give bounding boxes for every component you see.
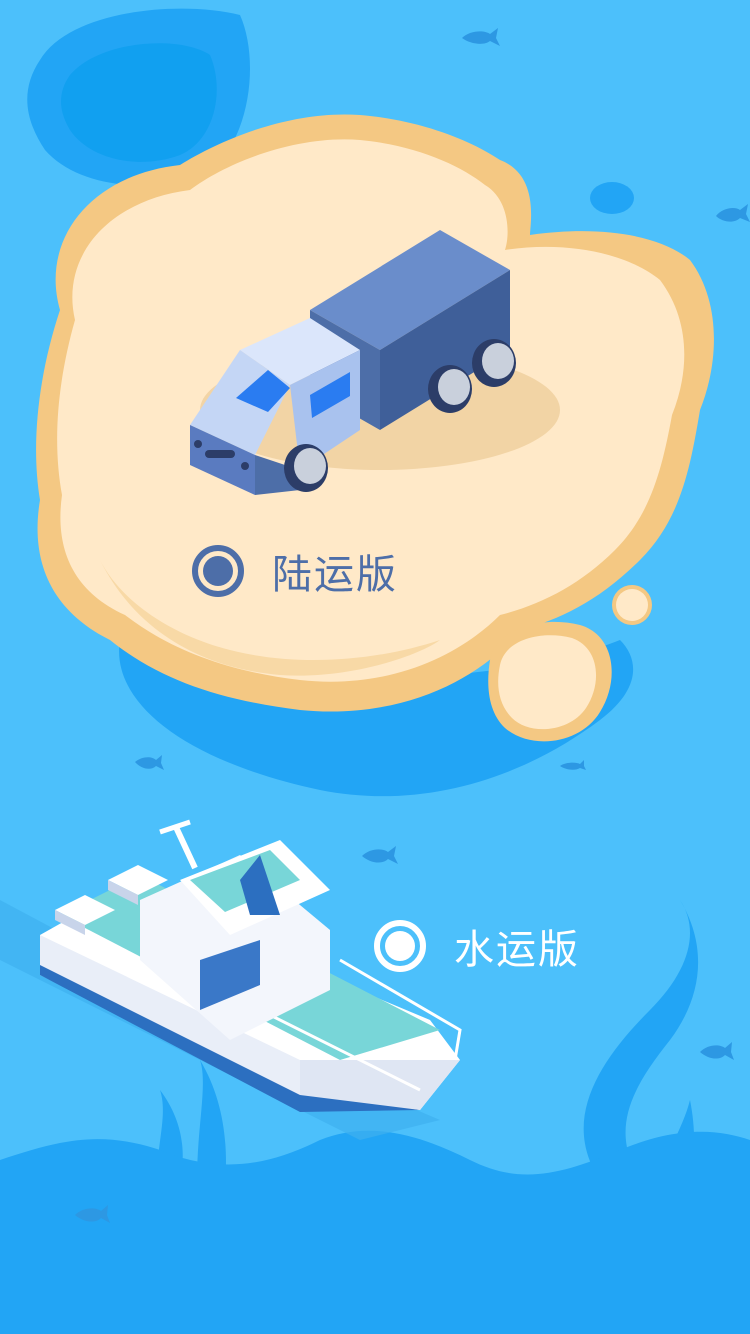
sea-wave <box>0 1130 750 1334</box>
land-option-label[interactable]: 陆运版 <box>272 542 398 600</box>
land-radio-button[interactable] <box>192 545 244 597</box>
background-scene <box>0 0 750 1334</box>
water-radio-button[interactable] <box>374 920 426 972</box>
land-radio-dot-icon <box>203 556 233 586</box>
water-transport-option[interactable]: 水运版 <box>374 917 580 975</box>
island-pebble-top <box>616 589 648 621</box>
land-transport-option[interactable]: 陆运版 <box>192 542 398 600</box>
water-drop <box>590 182 634 214</box>
water-option-label[interactable]: 水运版 <box>454 917 580 975</box>
water-radio-dot-icon <box>385 931 415 961</box>
